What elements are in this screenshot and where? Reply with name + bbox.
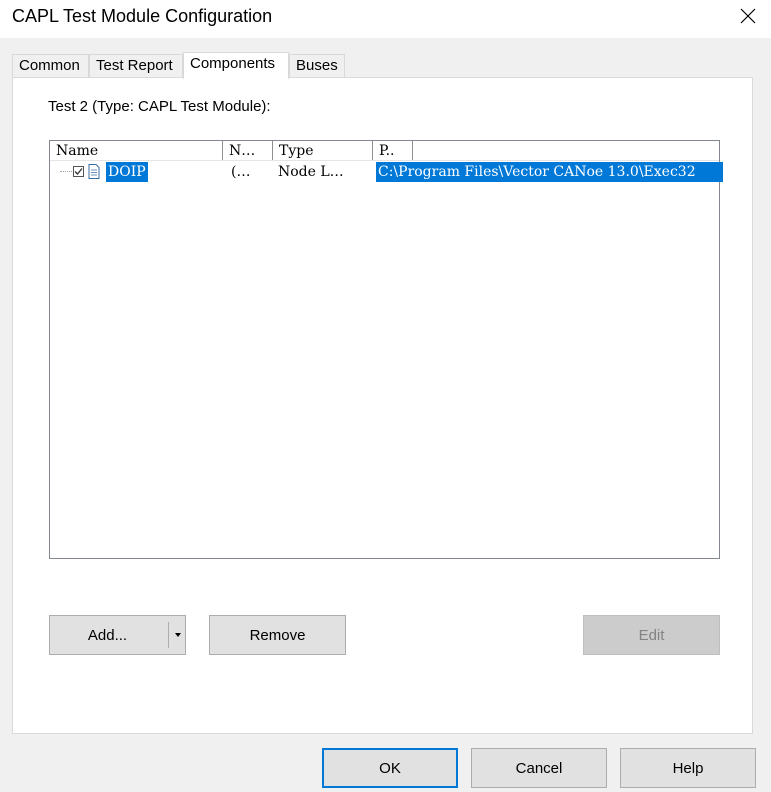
test-label: Test 2 (Type: CAPL Test Module): xyxy=(48,98,271,115)
column-header-type[interactable]: Type xyxy=(273,141,373,160)
ok-button[interactable]: OK xyxy=(322,748,458,788)
tab-test-report[interactable]: Test Report xyxy=(89,54,183,78)
document-icon xyxy=(88,164,100,179)
tree-connector xyxy=(60,171,74,172)
row-path: C:\Program Files\Vector CANoe 13.0\Exec3… xyxy=(376,162,723,182)
cancel-button[interactable]: Cancel xyxy=(471,748,607,788)
close-button[interactable] xyxy=(725,0,771,32)
split-divider xyxy=(168,622,169,648)
help-button[interactable]: Help xyxy=(620,748,756,788)
checkmark-icon xyxy=(74,168,83,175)
add-button-label: Add... xyxy=(87,626,128,644)
components-panel: Test 2 (Type: CAPL Test Module): Name N…… xyxy=(12,77,753,734)
component-checkbox[interactable] xyxy=(73,166,84,177)
list-header: Name N… Type P.. xyxy=(50,141,719,161)
row-type: Node L… xyxy=(278,164,344,180)
tab-common[interactable]: Common xyxy=(12,54,89,78)
column-header-n[interactable]: N… xyxy=(223,141,273,160)
add-split-button[interactable]: Add... xyxy=(49,615,186,655)
column-header-name[interactable]: Name xyxy=(50,141,223,160)
components-list[interactable]: Name N… Type P.. DOIP (… Node L… C:\Prog… xyxy=(49,140,723,559)
close-icon xyxy=(740,8,756,24)
list-item[interactable]: DOIP (… Node L… C:\Program Files\Vector … xyxy=(50,162,723,182)
title-bar: CAPL Test Module Configuration xyxy=(0,0,771,38)
tab-buses[interactable]: Buses xyxy=(289,54,345,78)
row-name: DOIP xyxy=(106,162,148,182)
window-title: CAPL Test Module Configuration xyxy=(12,6,273,26)
column-header-path[interactable]: P.. xyxy=(373,141,413,160)
edit-button[interactable]: Edit xyxy=(583,615,720,655)
row-n: (… xyxy=(231,164,251,180)
remove-button[interactable]: Remove xyxy=(209,615,346,655)
tab-components[interactable]: Components xyxy=(183,52,289,79)
chevron-down-icon[interactable] xyxy=(175,633,181,637)
